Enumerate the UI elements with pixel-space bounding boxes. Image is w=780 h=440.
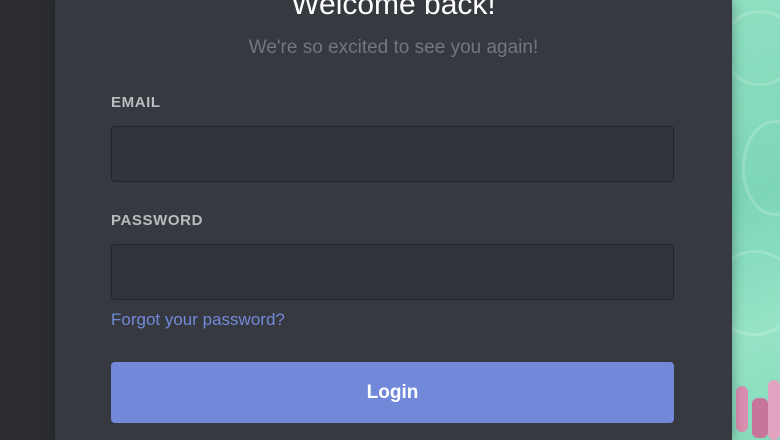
background-left (0, 0, 55, 440)
password-field[interactable] (111, 244, 674, 300)
screen: Welcome back! We're so excited to see yo… (0, 0, 780, 440)
email-field[interactable] (111, 126, 674, 182)
login-button[interactable]: Login (111, 362, 674, 423)
page-title: Welcome back! (291, 0, 496, 21)
login-card: Welcome back! We're so excited to see yo… (55, 0, 732, 440)
password-label: PASSWORD (111, 212, 204, 229)
email-label: EMAIL (111, 94, 161, 111)
background-illustration (732, 0, 780, 440)
page-subtitle: We're so excited to see you again! (248, 37, 539, 58)
forgot-password-link[interactable]: Forgot your password? (111, 310, 285, 330)
